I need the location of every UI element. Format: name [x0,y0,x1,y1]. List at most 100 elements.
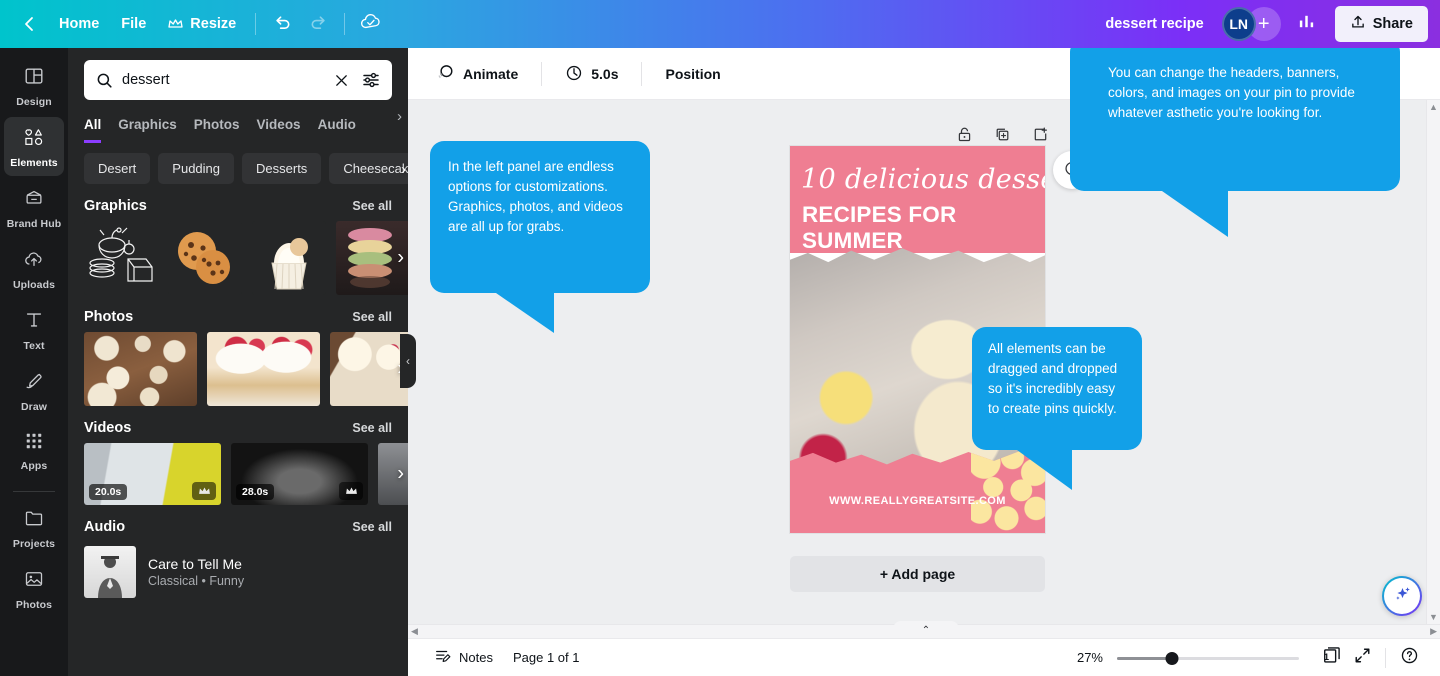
videos-see-all[interactable]: See all [352,421,392,435]
pen-icon [23,370,45,397]
animate-button[interactable]: Animate [424,55,530,93]
share-upload-icon [1350,14,1366,34]
sidebar-item-draw[interactable]: Draw [4,361,64,420]
video-thumbnail[interactable]: 20.0s [84,443,221,505]
home-button[interactable]: Home [48,10,110,38]
toolbar-divider-1 [255,13,257,35]
searchbox[interactable] [84,60,392,100]
tab-all[interactable]: All [84,110,102,143]
sidebar-item-apps[interactable]: Apps [4,422,64,479]
scroll-up-arrow[interactable]: ▲ [1427,100,1440,112]
panel-collapse-handle[interactable]: ‹ [400,334,416,388]
scroll-down-arrow[interactable]: ▼ [1427,610,1440,622]
cloud-save-status-button[interactable] [353,6,389,42]
video-duration: 28.0s [236,484,275,500]
crown-icon [339,482,363,500]
add-page-button[interactable]: + Add page [790,556,1045,592]
scroll-left-arrow[interactable]: ◀ [411,626,418,637]
tab-graphics[interactable]: Graphics [118,110,177,143]
scroll-right-arrow[interactable]: ▶ [1430,626,1437,637]
chevron-right-icon[interactable]: › [397,108,402,125]
chevron-right-icon[interactable]: › [401,161,406,178]
audio-section-header: Audio See all [68,505,408,542]
sidebar-item-design[interactable]: Design [4,56,64,115]
duration-button[interactable]: 5.0s [553,56,630,93]
back-button[interactable] [12,6,48,42]
sidebar-item-elements[interactable]: Elements [4,117,64,176]
sidebar-item-label: Brand Hub [6,218,62,230]
sidebar-item-projects[interactable]: Projects [4,498,64,557]
lock-icon[interactable] [952,122,976,146]
page-count-value: 1 [1324,651,1330,662]
zoom-slider-fill [1117,656,1172,660]
search-icon [96,72,113,89]
document-title[interactable]: dessert recipe [1095,10,1213,38]
file-menu-button[interactable]: File [110,10,157,38]
audio-list-item[interactable]: Care to Tell Me Classical • Funny [68,542,408,598]
crown-icon [192,482,216,500]
position-button[interactable]: Position [653,58,732,90]
sidebar-item-uploads[interactable]: Uploads [4,239,64,298]
section-title: Audio [84,519,126,535]
magic-assistant-button[interactable] [1382,576,1422,616]
pin-headline-script: 10 delicious dessert [801,164,1045,195]
search-input[interactable] [122,72,325,88]
zoom-slider-thumb[interactable] [1165,651,1179,665]
audio-see-all[interactable]: See all [352,520,392,534]
chip-desert[interactable]: Desert [84,153,151,184]
undo-button[interactable] [264,6,300,42]
callout-tail [1162,191,1228,237]
graphics-see-all[interactable]: See all [352,199,392,213]
folder-icon [23,507,45,534]
tab-audio[interactable]: Audio [318,110,356,143]
sidebar-item-label: Photos [15,599,53,611]
share-label: Share [1372,16,1413,32]
duplicate-icon[interactable] [990,122,1014,146]
graphic-thumbnail[interactable] [168,221,242,295]
top-bar: Home File Resize dessert recipe LN + Sha… [0,0,1440,48]
tab-photos[interactable]: Photos [194,110,240,143]
chip-pudding[interactable]: Pudding [158,153,235,184]
graphics-section-header: Graphics See all [68,184,408,221]
chip-cheesecake[interactable]: Cheesecake [329,153,408,184]
sidebar-item-text[interactable]: Text [4,300,64,359]
share-button[interactable]: Share [1334,6,1428,42]
tab-videos[interactable]: Videos [257,110,301,143]
sidebar-item-label: Text [23,340,45,352]
photos-see-all[interactable]: See all [352,310,392,324]
resize-label: Resize [190,16,237,32]
close-x-icon[interactable] [334,73,349,88]
add-page-icon[interactable] [1028,122,1052,146]
zoom-percent-label[interactable]: 27% [1077,650,1103,665]
chevron-up-icon: ⌃ [921,625,931,636]
photo-thumbnail[interactable] [84,332,197,406]
zoom-slider[interactable] [1117,650,1299,666]
sidebar-item-photos[interactable]: Photos [4,559,64,618]
resize-button[interactable]: Resize [157,10,247,38]
home-label: Home [59,16,100,32]
notes-button[interactable]: Notes [424,641,503,674]
chip-desserts[interactable]: Desserts [242,153,322,184]
callout-headers-colors: You can change the headers, banners, col… [1070,38,1400,237]
photo-thumbnail[interactable] [330,332,408,406]
canvas-vertical-scrollbar[interactable]: ▲ ▼ [1426,100,1440,624]
section-title: Videos [84,420,132,436]
graphic-thumbnail[interactable] [84,221,158,295]
insights-button[interactable] [1289,6,1325,42]
help-button[interactable] [1394,643,1424,673]
sidebar-item-brand-hub[interactable]: Brand Hub [4,178,64,237]
graphics-scroll-right[interactable]: › [397,247,404,270]
photo-thumbnail[interactable] [207,332,320,406]
canvas-expand-tab[interactable]: ⌃ [893,621,959,638]
fullscreen-button[interactable] [1347,643,1377,673]
redo-button[interactable] [300,6,336,42]
position-label: Position [665,66,721,82]
callout-drag-drop: All elements can be dragged and dropped … [972,327,1142,490]
avatar[interactable]: LN [1221,7,1256,41]
sliders-filter-icon[interactable] [362,71,380,89]
callout-tail [496,293,554,333]
videos-scroll-right[interactable]: › [397,463,404,486]
graphic-thumbnail[interactable] [252,221,326,295]
page-count-button[interactable]: 1 [1317,643,1347,673]
video-thumbnail[interactable]: 28.0s [231,443,368,505]
